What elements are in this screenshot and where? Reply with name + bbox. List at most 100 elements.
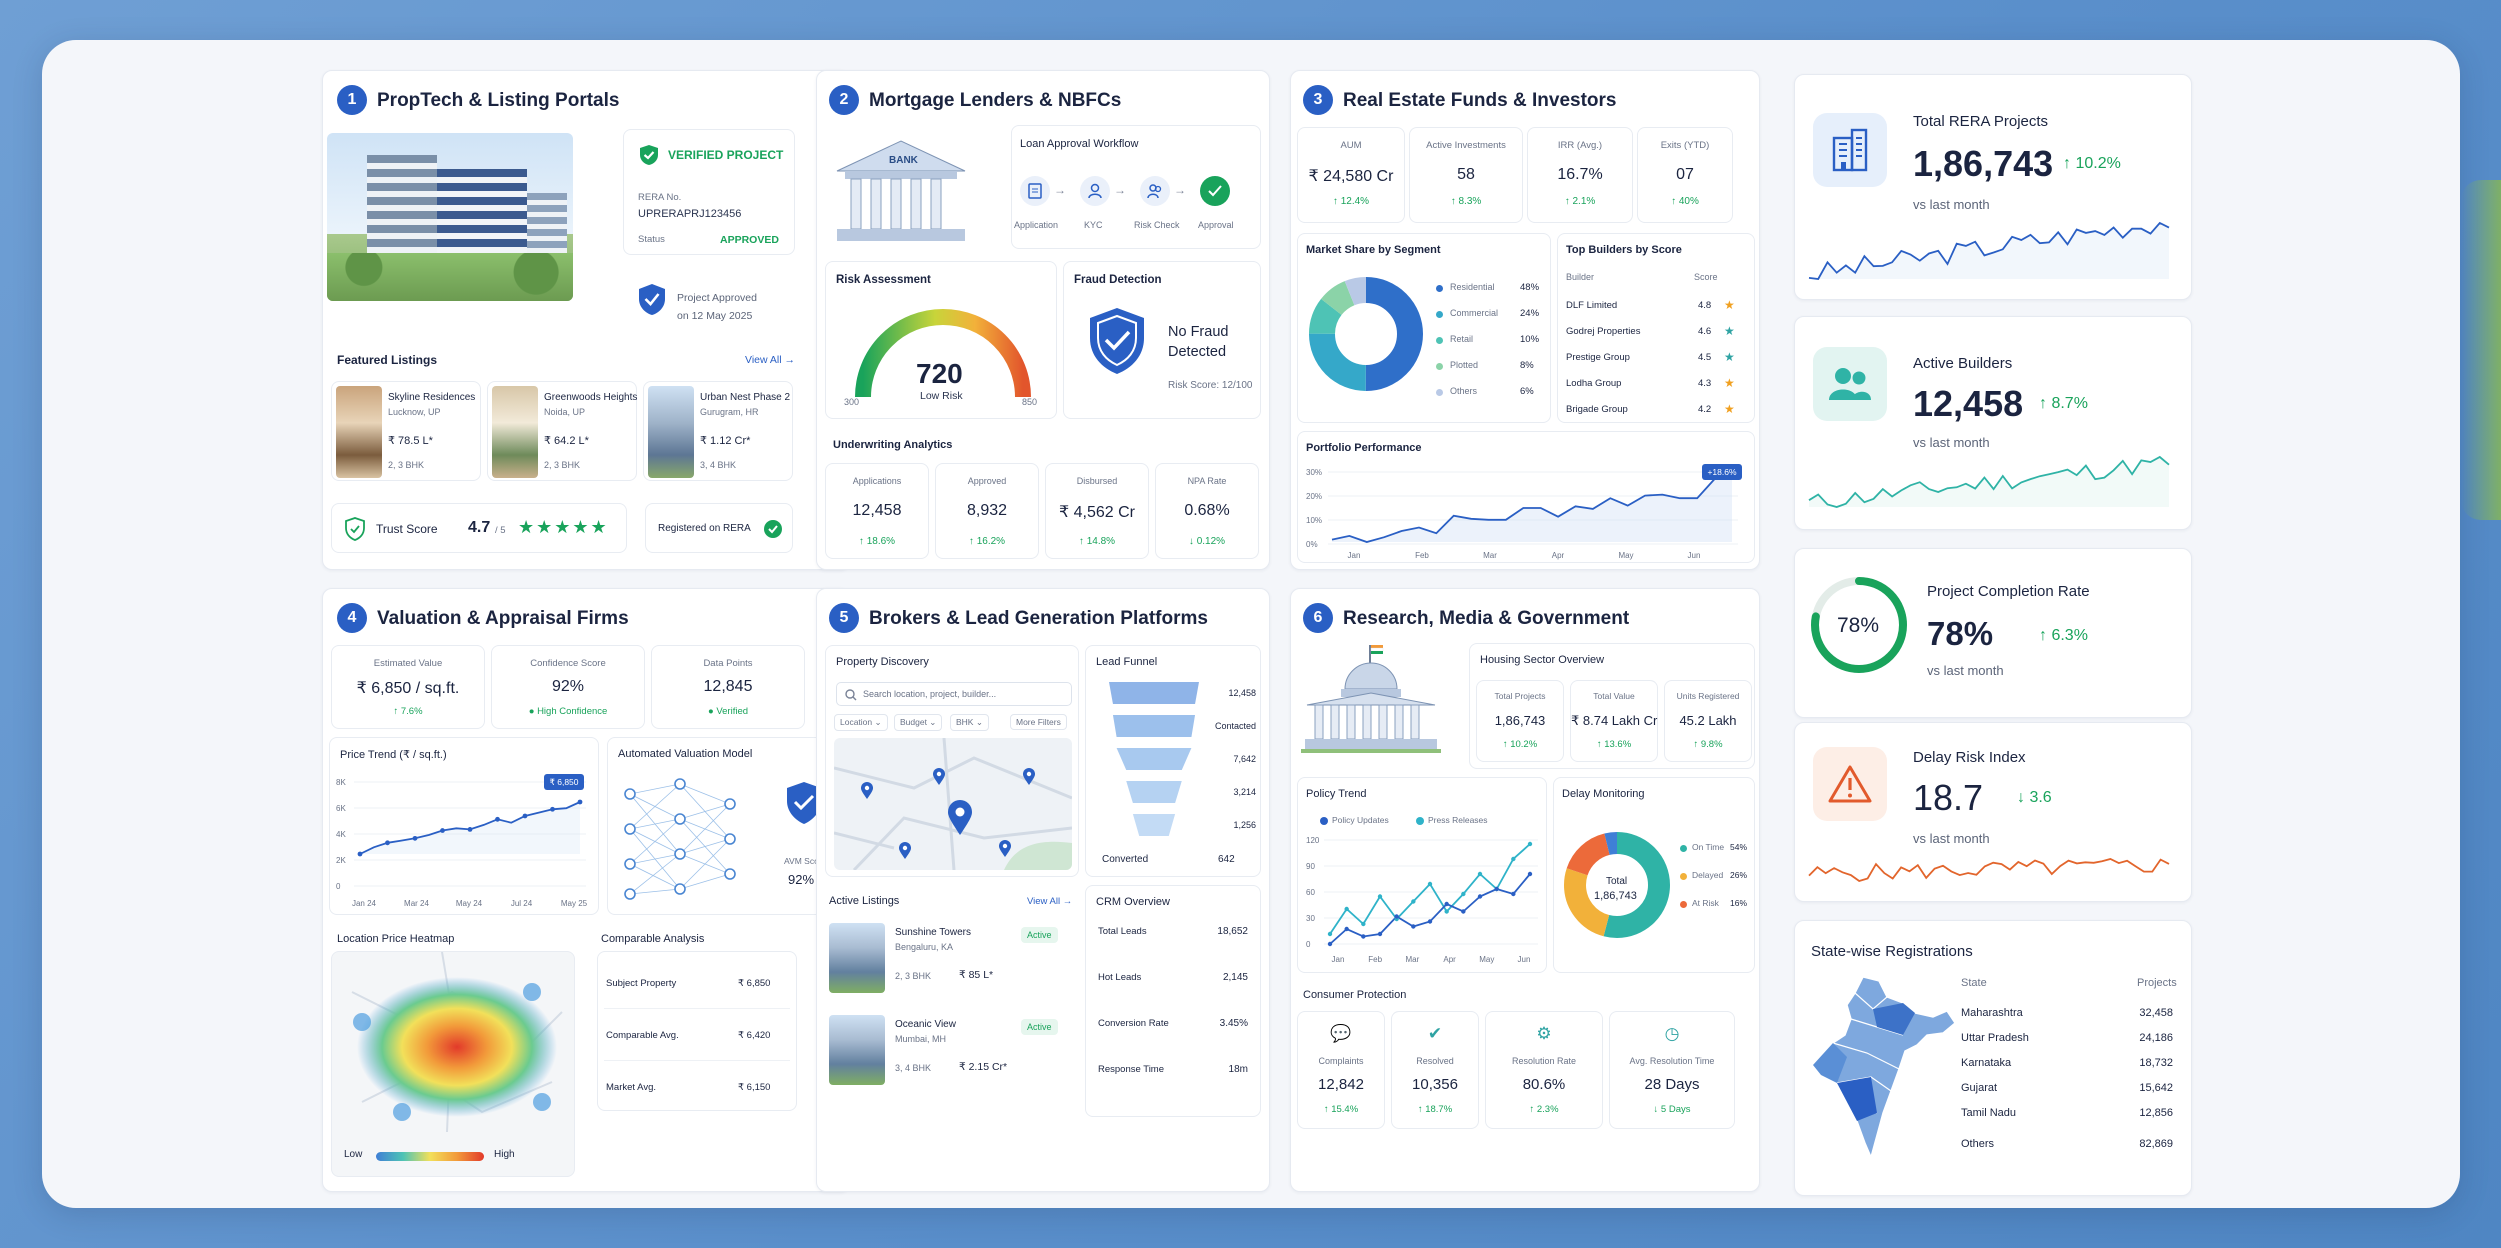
star-rating-icon: ★★★★★ (518, 517, 609, 537)
portfolio-line-chart: 30% 20% 10% 0% Jan Feb Mar Apr May Jun +18.6% (1306, 464, 1742, 560)
stat-value: 12,458 (852, 502, 902, 519)
fund-kpi-card: IRR (Avg.) 16.7% ↑ 2.1% (1527, 127, 1633, 223)
listing-card[interactable]: Urban Nest Phase 2 Gurugram, HR ₹ 1.12 C… (643, 381, 793, 481)
star-icon: ★ (1724, 376, 1735, 390)
stat-label: Applications (852, 476, 902, 486)
funnel-stage (1109, 682, 1199, 704)
kpi-value: ₹ 24,580 Cr (1308, 168, 1394, 185)
data-point (467, 826, 473, 832)
map-pin-selected-icon[interactable] (946, 800, 974, 836)
warning-icon (1813, 747, 1887, 821)
filter-location[interactable]: Location ⌄ (834, 714, 888, 731)
kpi-title: Active Builders (1913, 355, 2013, 372)
state-projects: 82,869 (2139, 1138, 2173, 1150)
kpi-subtext: vs last month (1927, 663, 2004, 678)
data-point (1444, 901, 1449, 907)
fraud-detection-card: Fraud Detection No Fraud Detected Risk S… (1063, 261, 1261, 419)
panel-research: 6 Research, Media & Government Housing S… (1290, 588, 1760, 1192)
builder-name: Prestige Group (1566, 352, 1630, 363)
listing-bhk: 3, 4 BHK (895, 1063, 932, 1073)
data-point (1361, 921, 1366, 927)
comparable-label: Comparable Avg. (606, 1030, 679, 1041)
fund-kpi-card: Exits (YTD) 07 ↑ 40% (1637, 127, 1733, 223)
map-pin-icon[interactable] (998, 840, 1012, 858)
housing-overview-card: Housing Sector Overview Total Projects 1,… (1469, 643, 1755, 769)
view-all-link[interactable]: View All → (745, 354, 795, 366)
kpi-delta: ↑ 8.3% (1450, 196, 1482, 207)
underwriting-title: Underwriting Analytics (833, 439, 953, 451)
risk-title: Risk Assessment (836, 274, 931, 286)
panel-proptech: 1 PropTech & Listing Portals VERIFIED PR… (322, 70, 850, 570)
stat-delta: ↑ 16.2% (968, 536, 1006, 547)
gauge-max: 850 (1022, 397, 1038, 407)
state-projects: 18,732 (2139, 1057, 2173, 1069)
panel-valuation: 4 Valuation & Appraisal Firms Price Tren… (322, 588, 850, 1192)
panel-mortgage: 2 Mortgage Lenders & NBFCs BANK Loan App… (816, 70, 1270, 570)
builder-score: 4.2 (1698, 404, 1712, 415)
axis-tick-label: 30% (1306, 468, 1322, 477)
stat-delta: ↑ 9.8% (1693, 739, 1723, 750)
panel-funds: 3 Real Estate Funds & Investors Market S… (1290, 70, 1760, 570)
axis-tick-label: Jan (1348, 551, 1361, 560)
builder-header: Builder (1566, 272, 1595, 282)
listing-bhk: 2, 3 BHK (544, 460, 581, 470)
location-heatmap[interactable]: Low High (331, 951, 575, 1177)
kpi-value: 16.7% (1557, 166, 1603, 183)
donut-center-value: 1,86,743 (1594, 890, 1637, 902)
map-pin-icon[interactable] (898, 842, 912, 860)
data-point (1461, 891, 1466, 897)
listing-location: Gurugram, HR (700, 407, 759, 417)
section-number: 2 (829, 85, 859, 115)
listing-price: ₹ 78.5 L* (388, 435, 433, 447)
kpi-value: 58 (1457, 166, 1475, 183)
builder-name: DLF Limited (1566, 300, 1618, 311)
price-trend-chart: 8K 6K 4K 2K 0 Jan 24 Mar 24 May 24 Jul 24 May 25 ₹… (336, 774, 588, 908)
legend-label: At Risk (1692, 898, 1719, 908)
builder-name: Lodha Group (1566, 378, 1622, 389)
filter-bhk[interactable]: BHK ⌄ (950, 714, 989, 731)
kpi-title: Total RERA Projects (1913, 113, 2049, 130)
chart-badge-label: ₹ 6,850 (549, 777, 578, 787)
kpi-delta: ↑ 10.2% (2063, 155, 2121, 172)
stat-value: ₹ 8.74 Lakh Cr (1571, 713, 1658, 728)
data-point (495, 816, 500, 822)
stat-value: 45.2 Lakh (1679, 713, 1737, 728)
government-building-icon (1301, 645, 1441, 753)
heat-high-label: High (494, 1149, 515, 1160)
gauge-min: 300 (844, 397, 860, 407)
filter-more[interactable]: More Filters (1010, 714, 1067, 730)
kpi-value: 18.7 (1913, 777, 1984, 818)
map-pin-icon[interactable] (932, 768, 946, 786)
stat-value: 10,356 (1412, 1076, 1458, 1093)
view-all-link[interactable]: View All → (1027, 896, 1072, 907)
kpi-value: 92% (551, 678, 585, 695)
workflow-title: Loan Approval Workflow (1020, 138, 1139, 150)
search-input[interactable]: Search location, project, builder... (836, 682, 1072, 706)
data-point (1494, 886, 1499, 892)
axis-tick-label: Jun (1518, 955, 1531, 964)
data-point (1511, 891, 1516, 897)
comparable-title: Comparable Analysis (601, 933, 705, 945)
india-map[interactable] (1807, 973, 1957, 1163)
data-point (1461, 909, 1466, 914)
legend-dot (1436, 311, 1443, 318)
listing-card[interactable]: Greenwoods Heights Noida, UP ₹ 64.2 L* 2… (487, 381, 637, 481)
axis-tick-label: 8K (336, 778, 346, 787)
registered-label: Registered on RERA (658, 523, 751, 534)
converted-label: Converted (1102, 854, 1149, 865)
property-map[interactable] (834, 738, 1072, 870)
kpi-label: Estimated Value (373, 658, 443, 669)
comparable-value: ₹ 6,150 (738, 1082, 771, 1093)
data-point (385, 840, 390, 846)
axis-tick-label: May (1479, 955, 1494, 964)
axis-tick-label: May (1618, 551, 1633, 560)
state-name: Tamil Nadu (1961, 1107, 2017, 1119)
kpi-active-builders: Active Builders 12,458 ↑ 8.7% vs last mo… (1794, 316, 2192, 530)
data-point (1377, 931, 1383, 937)
map-pin-icon[interactable] (1022, 768, 1036, 786)
stat-label: Approved (967, 476, 1007, 486)
map-pin-icon[interactable] (860, 782, 874, 800)
state-registrations-card: State-wise Registrations State Projects … (1794, 920, 2192, 1196)
listing-card[interactable]: Skyline Residences Lucknow, UP ₹ 78.5 L*… (331, 381, 481, 481)
filter-budget[interactable]: Budget ⌄ (894, 714, 943, 731)
